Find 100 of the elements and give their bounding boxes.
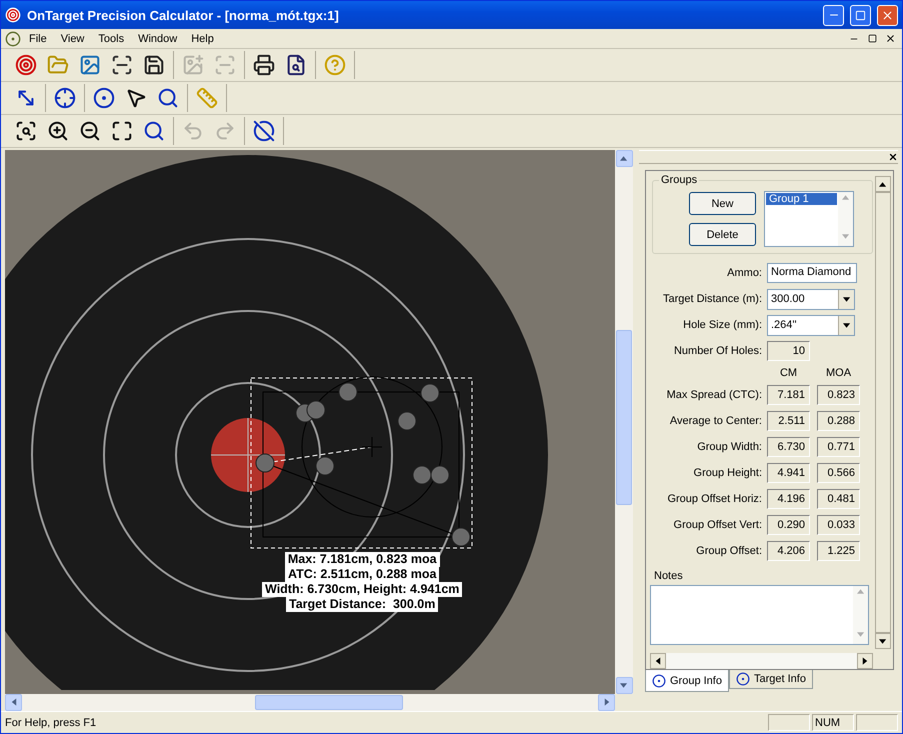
panel-vertical-scrollbar[interactable] [875, 176, 891, 649]
triangle-down-icon [856, 630, 864, 639]
horizontal-scrollbar[interactable] [5, 694, 615, 711]
measurement-label: Target Distance: 300.0m [286, 597, 438, 612]
vertical-scrollbar[interactable] [615, 150, 633, 694]
search-icon [143, 120, 165, 142]
measurement-label: Width: 6.730cm, Height: 4.941cm [262, 582, 462, 597]
target-view[interactable]: Max: 7.181cm, 0.823 moa ATC: 2.511cm, 0.288 moa Width: 6.730cm, Height: 4.941cm Target Distance: 300.0m [5, 150, 615, 694]
measurement-label: ATC: 2.511cm, 0.288 moa [284, 567, 440, 582]
menu-item[interactable]: Tools [92, 30, 130, 46]
stat-label: Group Offset: [695, 545, 762, 557]
image-icon [79, 54, 101, 76]
triangle-down-icon [620, 681, 628, 690]
notes-field[interactable] [650, 585, 869, 645]
image-plus-icon [182, 54, 204, 76]
stat-label: Max Spread (CTC): [666, 389, 762, 401]
stat-label: Group Offset Horiz: [666, 493, 762, 505]
notes-label: Notes [654, 570, 684, 582]
stat-value: 0.288 [817, 411, 860, 431]
stat-value: 4.196 [767, 489, 810, 509]
triangle-left-icon [654, 656, 662, 666]
field-label: Ammo: [726, 267, 762, 279]
push-button[interactable]: New [689, 192, 756, 215]
field-label: Number Of Holes: [672, 345, 762, 357]
zoom-out-icon [79, 120, 101, 142]
stat-value: 0.290 [767, 515, 810, 535]
scan-search-icon [15, 120, 37, 142]
triangle-right-icon [861, 656, 869, 666]
maximize-icon [111, 120, 133, 142]
column-header: CM [778, 367, 798, 379]
window-title: OnTarget Precision Calculator - [norma_mót.tgx:1] [27, 8, 340, 22]
stat-value: 0.033 [817, 515, 860, 535]
stat-value: 0.823 [817, 385, 860, 405]
maximize-button[interactable] [850, 4, 871, 26]
triangle-up-icon [620, 154, 628, 163]
scan-icon [214, 54, 236, 76]
stat-value: 0.771 [817, 437, 860, 457]
triangle-down-icon [842, 294, 850, 304]
help-icon [324, 54, 346, 76]
maximize-icon [855, 10, 866, 20]
stat-value: 1.225 [817, 541, 860, 561]
circle-dot-icon [93, 87, 115, 109]
target-icon [5, 7, 21, 23]
triangle-right-icon [602, 698, 610, 707]
stat-value: 2.511 [767, 411, 810, 431]
group-list[interactable]: Group 1 [764, 191, 854, 247]
status-pane [768, 714, 810, 731]
readonly-field: 10 [767, 341, 810, 361]
search-icon [157, 87, 179, 109]
crosshair-icon [54, 87, 76, 109]
triangle-up-icon [879, 180, 887, 188]
panel-horizontal-scrollbar[interactable] [650, 653, 873, 669]
menu-item[interactable]: File [23, 30, 53, 46]
close-button[interactable] [877, 4, 898, 26]
circle-off-icon [253, 120, 275, 142]
menu-item[interactable]: Window [132, 30, 184, 46]
stat-value: 6.730 [767, 437, 810, 457]
circle-dot-icon [652, 674, 666, 688]
ruler-icon [196, 87, 218, 109]
printer-icon [253, 54, 275, 76]
dropdown[interactable]: 300.00 [767, 288, 855, 310]
circle-dot-icon [736, 672, 750, 686]
groups-title: Groups [659, 174, 700, 186]
status-indicator: NUM [812, 714, 854, 731]
triangle-down-icon [842, 320, 850, 330]
close-icon [881, 8, 894, 22]
target-icon [15, 54, 37, 76]
menu-item[interactable]: Help [185, 30, 220, 46]
tab[interactable]: Target Info [728, 670, 813, 689]
stat-label: Group Height: [692, 467, 762, 479]
status-text: For Help, press F1 [5, 716, 98, 728]
restore-icon [868, 34, 876, 43]
push-button[interactable]: Delete [689, 223, 756, 246]
triangle-up-icon [842, 193, 850, 202]
stat-value: 4.941 [767, 463, 810, 483]
menu-item[interactable]: View [54, 30, 90, 46]
stat-label: Group Offset Vert: [672, 519, 762, 531]
text-field[interactable]: Norma Diamond [767, 263, 857, 283]
tab[interactable]: Group Info [645, 670, 729, 692]
close-icon [884, 33, 896, 44]
stat-label: Group Width: [696, 441, 762, 453]
file-search-icon [285, 54, 307, 76]
triangle-left-icon [10, 698, 18, 707]
field-label: Target Distance (m): [662, 293, 762, 305]
document-icon[interactable] [5, 30, 21, 46]
field-label: Hole Size (mm): [682, 319, 762, 331]
triangle-up-icon [856, 587, 864, 596]
scan-icon [111, 54, 133, 76]
group-list-item[interactable]: Group 1 [766, 193, 837, 205]
minimize-button[interactable] [823, 4, 844, 26]
stat-value: 7.181 [767, 385, 810, 405]
zoom-in-icon [47, 120, 69, 142]
undo-icon [182, 120, 204, 142]
triangle-down-icon [842, 232, 850, 241]
stat-value: 4.206 [767, 541, 810, 561]
close-icon[interactable] [888, 152, 898, 162]
status-pane [856, 714, 898, 731]
triangle-down-icon [879, 636, 887, 646]
dropdown[interactable]: .264'' [767, 314, 855, 336]
stat-value: 0.481 [817, 489, 860, 509]
